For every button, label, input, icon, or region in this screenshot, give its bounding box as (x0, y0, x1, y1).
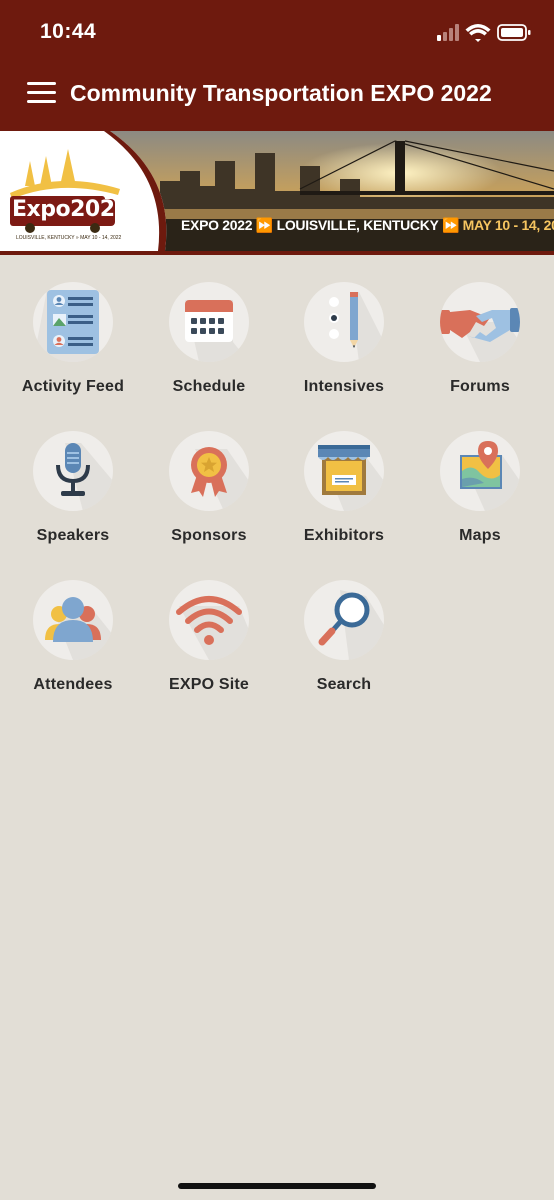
tagline-separator: ⏩ (441, 217, 460, 233)
activity-feed-icon (33, 282, 113, 362)
status-icons (437, 22, 532, 44)
microphone-icon (33, 431, 113, 511)
menu-item-label: Forums (450, 378, 510, 395)
menu-item-label: Search (316, 676, 372, 693)
booth-stand-icon (304, 431, 384, 511)
menu-item-label: Attendees (33, 676, 113, 693)
wifi-icon (465, 24, 491, 42)
menu-item-schedule[interactable]: Schedule (141, 282, 277, 412)
people-icon (33, 580, 113, 660)
home-indicator[interactable] (178, 1183, 376, 1189)
tagline-dates: MAY 10 - 14, 2022 (462, 217, 554, 233)
app-header: 10:44 Community Transportation EXPO 2022 (0, 0, 554, 131)
wifi-signal-icon (169, 580, 249, 660)
menu-item-exhibitors[interactable]: Exhibitors (276, 431, 412, 561)
menu-item-label: Speakers (36, 527, 110, 544)
banner-tagline: EXPO 2022 ⏩ LOUISVILLE, KENTUCKY ⏩ MAY 1… (181, 217, 554, 234)
menu-item-label: Activity Feed (21, 378, 125, 395)
menu-item-label: Exhibitors (303, 527, 385, 544)
menu-item-label: Intensives (303, 378, 385, 395)
page-title: Community Transportation EXPO 2022 (70, 80, 492, 106)
menu-item-attendees[interactable]: Attendees (5, 580, 141, 710)
menu-item-speakers[interactable]: Speakers (5, 431, 141, 561)
logo-subtext: LOUISVILLE, KENTUCKY » MAY 10 - 14, 2022 (16, 235, 122, 241)
award-ribbon-icon (169, 431, 249, 511)
map-pin-icon (440, 431, 520, 511)
menu-item-label: Maps (459, 527, 501, 544)
tagline-event: EXPO 2022 (181, 217, 253, 233)
tagline-separator: ⏩ (255, 217, 273, 233)
menu-item-search[interactable]: Search (276, 580, 412, 710)
handshake-icon (440, 282, 520, 362)
hamburger-menu-icon[interactable] (27, 82, 56, 104)
logo-text: Expo2022 (12, 197, 130, 222)
menu-item-label: Sponsors (171, 527, 247, 544)
menu-item-label: EXPO Site (168, 676, 250, 693)
battery-icon (497, 24, 531, 41)
tagline-location: LOUISVILLE, KENTUCKY (276, 217, 439, 233)
menu-item-maps[interactable]: Maps (412, 431, 548, 561)
status-time: 10:44 (40, 20, 97, 43)
expo-banner: Expo2022 LOUISVILLE, KENTUCKY » MAY 10 -… (0, 131, 554, 255)
menu-item-label: Schedule (172, 378, 246, 395)
cellular-signal-icon (437, 24, 459, 41)
menu-item-sponsors[interactable]: Sponsors (141, 431, 277, 561)
menu-item-expo-site[interactable]: EXPO Site (141, 580, 277, 710)
menu-item-intensives[interactable]: Intensives (276, 282, 412, 412)
magnifier-icon (304, 580, 384, 660)
menu-item-forums[interactable]: Forums (412, 282, 548, 412)
checklist-pencil-icon (304, 282, 384, 362)
menu-item-activity-feed[interactable]: Activity Feed (5, 282, 141, 412)
calendar-icon (169, 282, 249, 362)
